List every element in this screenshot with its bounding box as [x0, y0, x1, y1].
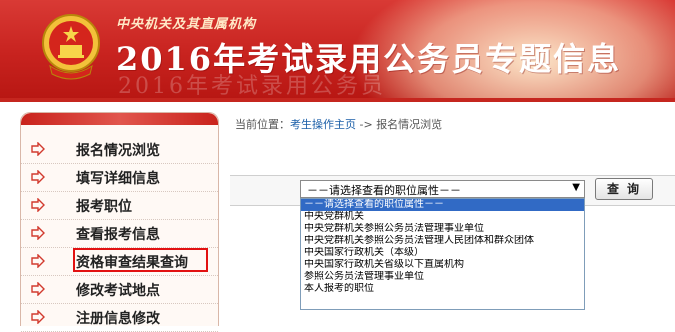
dropdown-option[interactable]: 本人报考的职位 [301, 283, 584, 295]
header-banner: 2016年考试录用公务员 中央机关及其直属机构 2016年考试录用公务员专题信息 [0, 0, 675, 98]
dropdown-option[interactable]: 中央国家行政机关省级以下直属机构 [301, 259, 584, 271]
breadcrumb-separator: -> [356, 118, 373, 131]
header-divider [0, 98, 675, 102]
arrow-right-icon [31, 254, 45, 268]
sidebar-item-registration-browse[interactable]: 报名情况浏览 [21, 135, 218, 164]
sidebar-item-label: 填写详细信息 [76, 171, 160, 187]
dropdown-option[interactable]: 中央党群机关参照公务员法管理事业单位 [301, 223, 584, 235]
sidebar-item-edit-registration[interactable]: 注册信息修改 [21, 303, 218, 332]
arrow-right-icon [31, 198, 45, 212]
breadcrumb-home-link[interactable]: 考生操作主页 [290, 118, 356, 131]
breadcrumb-current: 报名情况浏览 [376, 118, 443, 131]
organization-name: 中央机关及其直属机构 [116, 17, 257, 32]
sidebar-item-view-application[interactable]: 查看报考信息 [21, 219, 218, 248]
arrow-right-icon [31, 282, 45, 296]
sidebar-item-label: 查看报考信息 [76, 227, 160, 243]
arrow-right-icon [31, 142, 45, 156]
sidebar-topbar [21, 113, 218, 125]
sidebar-item-qualification-result[interactable]: 资格审查结果查询 [21, 247, 218, 276]
sidebar-item-label: 报名情况浏览 [76, 143, 160, 159]
sidebar-item-label: 资格审查结果查询 [76, 255, 188, 271]
dropdown-option[interactable]: －－请选择查看的职位属性－－ [301, 199, 584, 211]
sidebar-item-label: 报考职位 [76, 199, 132, 215]
select-value: －－请选择查看的职位属性－－ [307, 184, 461, 197]
arrow-right-icon [31, 170, 45, 184]
query-button[interactable]: 查询 [595, 178, 653, 200]
sidebar-item-fill-details[interactable]: 填写详细信息 [21, 163, 218, 192]
breadcrumb: 当前位置：考生操作主页 -> 报名情况浏览 [235, 116, 442, 132]
position-type-dropdown: －－请选择查看的职位属性－－ 中央党群机关 中央党群机关参照公务员法管理事业单位… [300, 198, 585, 310]
chevron-down-icon[interactable]: ▼ [572, 182, 580, 193]
dropdown-option[interactable]: 参照公务员法管理事业单位 [301, 271, 584, 283]
page-title: 2016年考试录用公务员专题信息 [116, 40, 622, 78]
dropdown-option[interactable]: 中央国家行政机关（本级） [301, 247, 584, 259]
position-type-select[interactable]: －－请选择查看的职位属性－－ ▼ [300, 180, 585, 198]
sidebar-item-label: 修改考试地点 [76, 283, 160, 299]
dropdown-option[interactable]: 中央党群机关 [301, 211, 584, 223]
arrow-right-icon [31, 310, 45, 324]
arrow-right-icon [31, 226, 45, 240]
sidebar-item-change-exam-location[interactable]: 修改考试地点 [21, 275, 218, 304]
national-emblem-icon [42, 14, 100, 80]
sidebar-item-apply-position[interactable]: 报考职位 [21, 191, 218, 220]
breadcrumb-prefix: 当前位置： [235, 118, 290, 131]
dropdown-option[interactable]: 中央党群机关参照公务员法管理人民团体和群众团体 [301, 235, 584, 247]
sidebar-nav: 报名情况浏览 填写详细信息 报考职位 查看报考信息 资格审查结果查询 修改考试地… [20, 112, 219, 332]
sidebar-item-label: 注册信息修改 [76, 311, 160, 327]
